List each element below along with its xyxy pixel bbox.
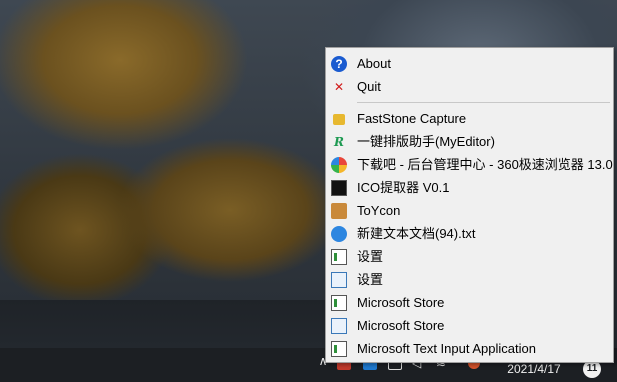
menu-item-label: 设置 xyxy=(357,272,384,287)
menu-item-text-input-application[interactable]: Microsoft Text Input Application xyxy=(326,337,613,360)
menu-item-toycon[interactable]: ToYcon xyxy=(326,199,613,222)
menu-item-faststone-capture[interactable]: FastStone Capture xyxy=(326,107,613,130)
ico-extractor-icon xyxy=(331,180,347,196)
menu-item-label: Microsoft Store xyxy=(357,318,445,333)
menu-item-label: 新建文本文档(94).txt xyxy=(357,226,476,241)
settings-window-alt-icon xyxy=(331,272,347,288)
close-icon: ✕ xyxy=(333,80,345,94)
menu-item-label: ToYcon xyxy=(357,203,401,218)
menu-item-label: About xyxy=(357,56,391,71)
wallpaper-floor xyxy=(0,300,330,348)
menu-item-label: FastStone Capture xyxy=(357,111,467,126)
menu-item-microsoft-store-alt[interactable]: Microsoft Store xyxy=(326,314,613,337)
menu-item-microsoft-store[interactable]: Microsoft Store xyxy=(326,291,613,314)
menu-item-label: 下载吧 - 后台管理中心 - 360极速浏览器 13.0 xyxy=(357,157,613,172)
help-icon: ? xyxy=(331,56,347,72)
menu-separator xyxy=(357,102,610,103)
text-input-window-icon xyxy=(331,341,347,357)
menu-item-label: ICO提取器 V0.1 xyxy=(357,180,450,195)
menu-item-label: 一键排版助手(MyEditor) xyxy=(357,134,495,149)
menu-item-ico-extractor[interactable]: ICO提取器 V0.1 xyxy=(326,176,613,199)
menu-item-label: 设置 xyxy=(357,249,384,264)
menu-item-label: Microsoft Store xyxy=(357,295,445,310)
menu-item-label: Quit xyxy=(357,79,381,94)
menu-item-settings[interactable]: 设置 xyxy=(326,245,613,268)
r-logo-icon: R xyxy=(334,135,344,149)
browser-360-icon xyxy=(331,157,347,173)
lock-icon xyxy=(333,114,345,125)
tray-context-menu: ? About ✕ Quit FastStone Capture R 一键排版助… xyxy=(325,47,614,363)
store-window-alt-icon xyxy=(331,318,347,334)
text-document-icon xyxy=(331,226,347,242)
menu-item-label: Microsoft Text Input Application xyxy=(357,341,536,356)
menu-item-360-browser[interactable]: 下载吧 - 后台管理中心 - 360极速浏览器 13.0 xyxy=(326,153,613,176)
store-window-icon xyxy=(331,295,347,311)
menu-item-about[interactable]: ? About xyxy=(326,52,613,75)
menu-item-myeditor[interactable]: R 一键排版助手(MyEditor) xyxy=(326,130,613,153)
menu-item-settings-alt[interactable]: 设置 xyxy=(326,268,613,291)
settings-window-icon xyxy=(331,249,347,265)
toycon-icon xyxy=(331,203,347,219)
menu-item-quit[interactable]: ✕ Quit xyxy=(326,75,613,98)
menu-item-text-document[interactable]: 新建文本文档(94).txt xyxy=(326,222,613,245)
taskbar-date[interactable]: 2021/4/17 xyxy=(498,361,570,377)
